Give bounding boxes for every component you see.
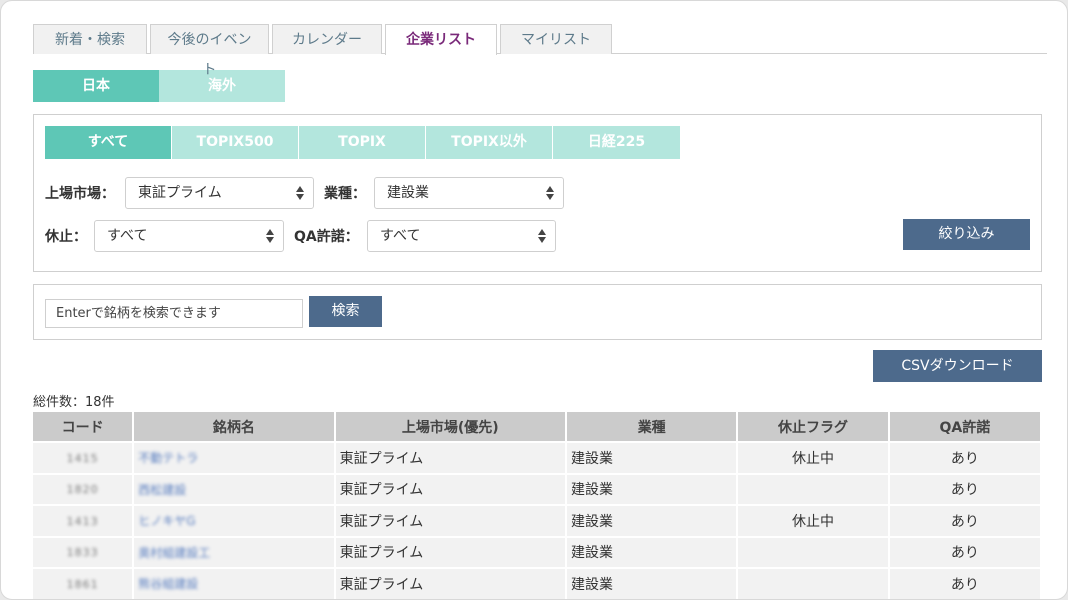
index-tab-topix500[interactable]: TOPIX500 <box>172 126 299 159</box>
qa-cell: あり <box>889 535 1040 567</box>
select-arrows-icon <box>538 229 546 243</box>
tab-new-search[interactable]: 新着・検索 <box>33 24 147 54</box>
region-overseas-button[interactable]: 海外 <box>159 70 285 102</box>
search-button[interactable]: 検索 <box>309 296 382 327</box>
suspension-select[interactable]: すべて <box>94 220 284 252</box>
select-arrows-icon <box>546 186 554 200</box>
industry-cell: 建設業 <box>567 504 737 536</box>
tab-company-list[interactable]: 企業リスト <box>385 24 497 55</box>
industry-select-value: 建設業 <box>387 185 429 201</box>
index-tab-topix[interactable]: TOPIX <box>299 126 426 159</box>
company-table: コード 銘柄名 上場市場(優先) 業種 休止フラグ QA許諾 1415 不動テト… <box>31 412 1042 599</box>
header-name[interactable]: 銘柄名 <box>134 412 334 441</box>
qa-select-value: すべて <box>380 228 421 244</box>
company-name-link[interactable]: 不動テトラ <box>138 451 198 465</box>
market-cell: 東証プライム <box>335 567 566 599</box>
index-tab-nikkei225[interactable]: 日経225 <box>553 126 680 159</box>
filter-button[interactable]: 絞り込み <box>903 219 1030 250</box>
company-name-link[interactable]: 西松建設 <box>138 483 186 497</box>
industry-cell: 建設業 <box>567 441 737 473</box>
code-cell: 1820 <box>66 483 99 497</box>
code-cell: 1415 <box>66 451 99 465</box>
tab-calendar[interactable]: カレンダー <box>272 24 382 54</box>
select-arrows-icon <box>266 229 274 243</box>
index-tab-all[interactable]: すべて <box>45 126 172 159</box>
code-cell: 1413 <box>66 514 99 528</box>
table-row[interactable]: 1413 ヒノキヤG 東証プライム 建設業 休止中 あり <box>33 504 1040 536</box>
total-count: 総件数：18件 <box>33 395 115 410</box>
market-select-value: 東証プライム <box>138 185 222 201</box>
suspension-select-value: すべて <box>107 228 148 244</box>
suspension-cell <box>738 472 888 504</box>
qa-select[interactable]: すべて <box>367 220 556 252</box>
table-row[interactable]: 1820 西松建設 東証プライム 建設業 あり <box>33 472 1040 504</box>
qa-label: QA許諾： <box>294 229 359 245</box>
industry-cell: 建設業 <box>567 535 737 567</box>
qa-cell: あり <box>889 504 1040 536</box>
search-input[interactable] <box>45 299 303 328</box>
company-name-link[interactable]: 奥村組建設工 <box>138 546 210 560</box>
market-cell: 東証プライム <box>335 472 566 504</box>
industry-select[interactable]: 建設業 <box>374 177 564 209</box>
industry-label: 業種： <box>324 186 366 202</box>
region-toggle: 日本 海外 <box>33 70 285 102</box>
code-cell: 1861 <box>66 577 99 591</box>
qa-cell: あり <box>889 567 1040 599</box>
market-cell: 東証プライム <box>335 504 566 536</box>
header-code[interactable]: コード <box>33 412 133 441</box>
header-qa[interactable]: QA許諾 <box>889 412 1040 441</box>
tab-my-list[interactable]: マイリスト <box>500 24 612 54</box>
select-arrows-icon <box>296 186 304 200</box>
index-tab-non-topix[interactable]: TOPIX以外 <box>426 126 553 159</box>
qa-cell: あり <box>889 441 1040 473</box>
suspension-cell: 休止中 <box>738 504 888 536</box>
table-row[interactable]: 1861 熊谷組建設 東証プライム 建設業 あり <box>33 567 1040 599</box>
market-cell: 東証プライム <box>335 441 566 473</box>
header-suspension[interactable]: 休止フラグ <box>738 412 888 441</box>
region-japan-button[interactable]: 日本 <box>33 70 159 102</box>
header-market[interactable]: 上場市場(優先) <box>335 412 566 441</box>
csv-download-button[interactable]: CSVダウンロード <box>873 350 1042 382</box>
qa-cell: あり <box>889 472 1040 504</box>
market-label: 上場市場： <box>45 186 115 202</box>
suspension-cell: 休止中 <box>738 441 888 473</box>
market-cell: 東証プライム <box>335 535 566 567</box>
header-industry[interactable]: 業種 <box>567 412 737 441</box>
table-row[interactable]: 1833 奥村組建設工 東証プライム 建設業 あり <box>33 535 1040 567</box>
market-select[interactable]: 東証プライム <box>125 177 314 209</box>
suspension-cell <box>738 535 888 567</box>
industry-cell: 建設業 <box>567 472 737 504</box>
index-tabs: すべて TOPIX500 TOPIX TOPIX以外 日経225 <box>45 126 680 159</box>
tab-upcoming-events[interactable]: 今後のイベント <box>150 24 269 78</box>
search-panel: 検索 <box>33 284 1042 340</box>
suspension-label: 休止： <box>45 229 87 245</box>
main-tabs: 新着・検索 今後のイベント カレンダー 企業リスト マイリスト <box>33 24 615 78</box>
suspension-cell <box>738 567 888 599</box>
code-cell: 1833 <box>66 546 99 560</box>
filter-panel: すべて TOPIX500 TOPIX TOPIX以外 日経225 上場市場： 東… <box>33 114 1042 272</box>
table-row[interactable]: 1415 不動テトラ 東証プライム 建設業 休止中 あり <box>33 441 1040 473</box>
company-name-link[interactable]: ヒノキヤG <box>138 514 195 528</box>
company-name-link[interactable]: 熊谷組建設 <box>138 577 198 591</box>
industry-cell: 建設業 <box>567 567 737 599</box>
table-header-row: コード 銘柄名 上場市場(優先) 業種 休止フラグ QA許諾 <box>33 412 1040 441</box>
app-frame: 新着・検索 今後のイベント カレンダー 企業リスト マイリスト 日本 海外 すべ… <box>0 0 1068 600</box>
